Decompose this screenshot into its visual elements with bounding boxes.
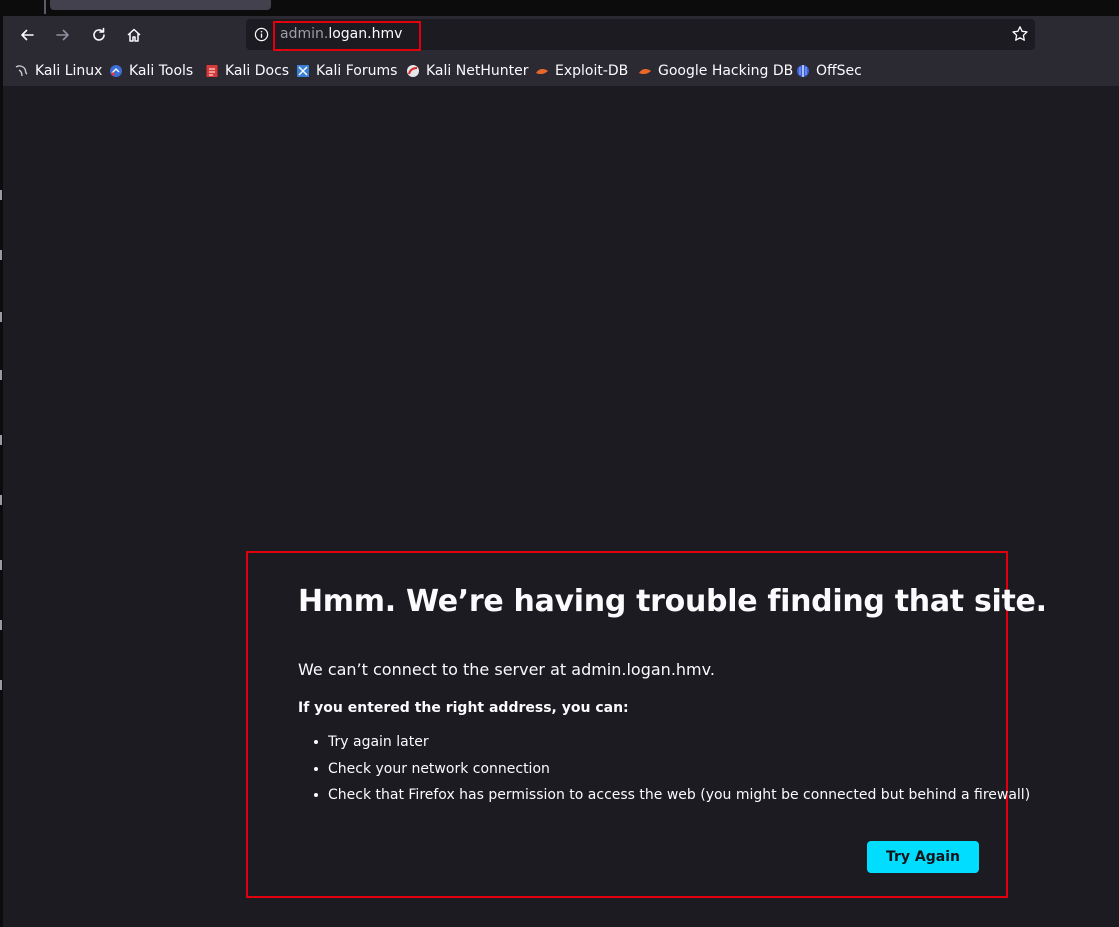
- home-button[interactable]: [119, 20, 149, 50]
- bookmarks-toolbar: Kali Linux Kali Tools Kali Docs Kali For…: [0, 54, 1119, 86]
- active-tab[interactable]: [50, 0, 271, 10]
- try-again-button[interactable]: Try Again: [867, 841, 979, 873]
- bookmark-google-hacking-db[interactable]: Google Hacking DB: [638, 62, 793, 80]
- exploit-db-icon: [536, 68, 548, 75]
- kali-tools-icon: [110, 65, 122, 77]
- tab-separator: [44, 0, 46, 14]
- bookmark-label: OffSec: [816, 63, 862, 79]
- bookmark-label: Kali Docs: [225, 63, 290, 79]
- bookmark-label: Kali Forums: [316, 63, 398, 79]
- error-suggestions: Try again later Check your network conne…: [298, 732, 1030, 812]
- reload-button[interactable]: [84, 20, 114, 50]
- window-left-edge: [0, 0, 3, 927]
- offsec-icon: [797, 65, 809, 77]
- error-title: Hmm. We’re having trouble finding that s…: [298, 584, 1047, 619]
- suggestion-item: Check that Firefox has permission to acc…: [298, 785, 1030, 812]
- forward-button[interactable]: [48, 20, 78, 50]
- bookmark-kali-forums[interactable]: Kali Forums: [296, 62, 397, 80]
- bookmark-label: Kali Tools: [129, 63, 194, 79]
- ghdb-icon: [639, 68, 651, 75]
- kali-dragon-icon: [15, 65, 28, 77]
- suggestion-item: Check your network connection: [298, 759, 1030, 786]
- bookmark-label: Google Hacking DB: [658, 63, 794, 79]
- bookmark-offsec[interactable]: OffSec: [796, 62, 862, 80]
- bookmark-label: Kali Linux: [35, 63, 103, 79]
- url-highlight-box: [273, 21, 421, 51]
- bookmark-label: Exploit-DB: [555, 63, 629, 79]
- forward-icon: [56, 29, 69, 41]
- error-description: We can’t connect to the server at admin.…: [298, 660, 715, 679]
- bookmark-star-icon[interactable]: [1011, 25, 1029, 43]
- bookmark-kali-linux[interactable]: Kali Linux: [15, 62, 102, 80]
- bookmark-label: Kali NetHunter: [426, 63, 529, 79]
- kali-docs-icon: [206, 65, 218, 77]
- bookmark-kali-nethunter[interactable]: Kali NetHunter: [406, 62, 528, 80]
- info-icon[interactable]: [254, 27, 269, 42]
- navigation-toolbar: admin.logan.hmv: [0, 16, 1119, 54]
- error-subtitle: If you entered the right address, you ca…: [298, 700, 629, 716]
- bookmark-exploit-db[interactable]: Exploit-DB: [535, 62, 628, 80]
- back-button[interactable]: [12, 20, 42, 50]
- tab-strip: [0, 0, 1119, 16]
- kali-nethunter-icon: [407, 65, 419, 77]
- reload-icon: [93, 27, 105, 41]
- back-icon: [21, 29, 34, 41]
- bookmark-kali-docs[interactable]: Kali Docs: [205, 62, 289, 80]
- bookmark-kali-tools[interactable]: Kali Tools: [109, 62, 193, 80]
- kali-forums-icon: [297, 65, 309, 77]
- home-icon: [127, 28, 141, 42]
- suggestion-item: Try again later: [298, 732, 1030, 759]
